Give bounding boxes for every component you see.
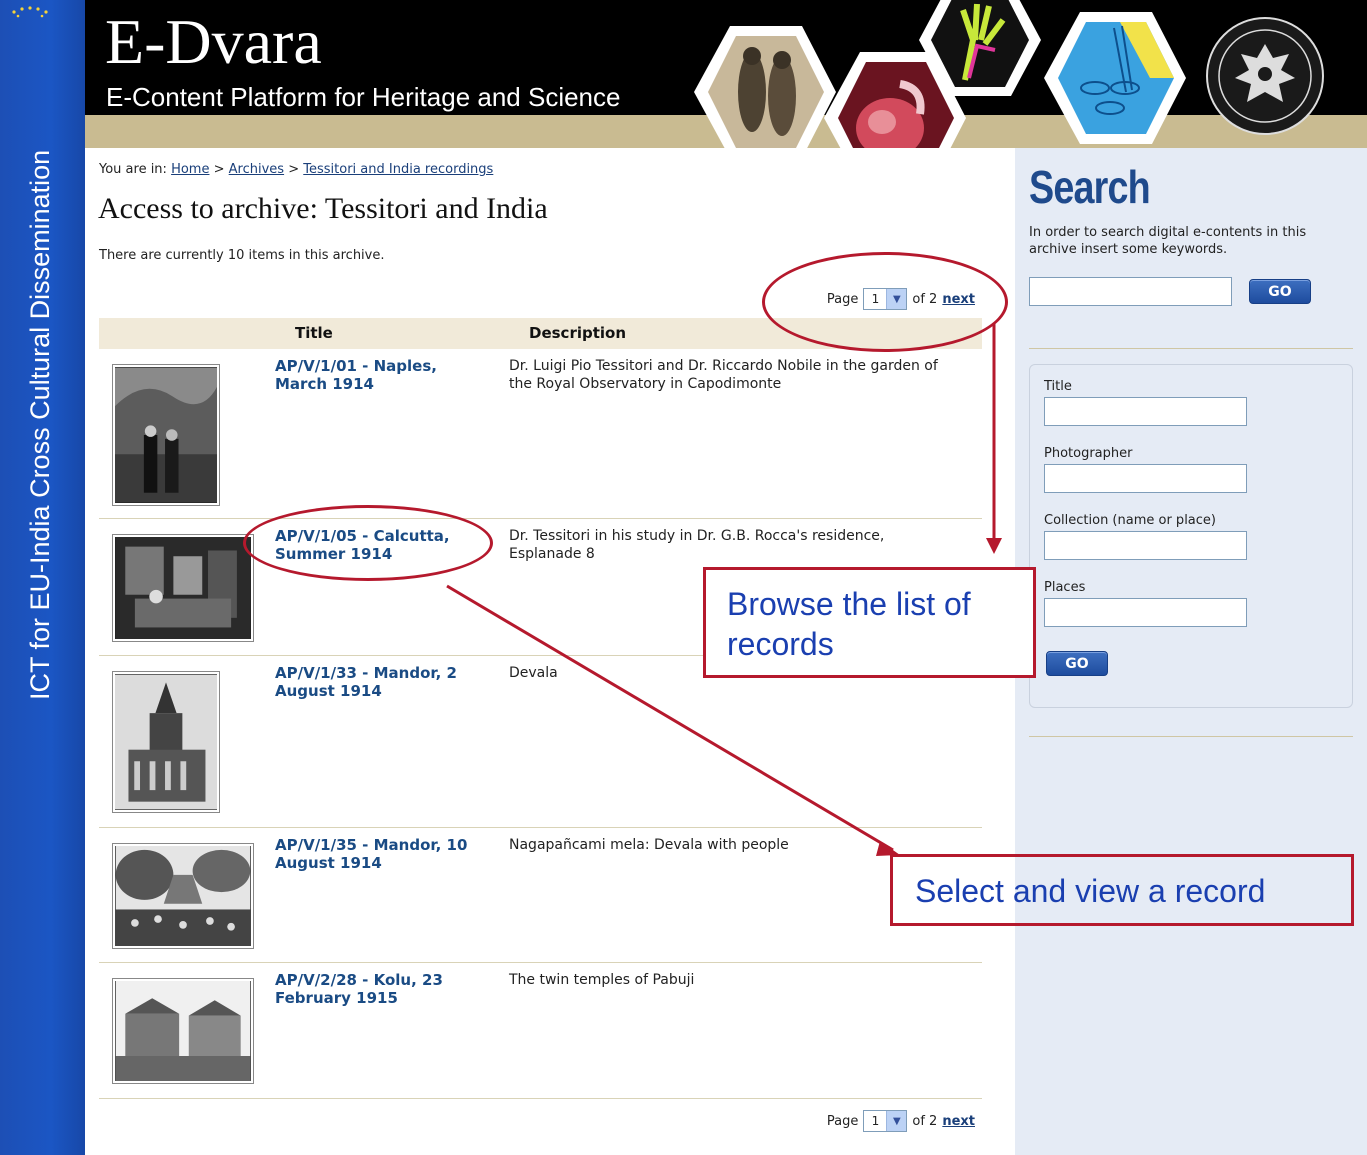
record-thumbnail[interactable]: [112, 364, 220, 506]
select-callout-text: Select and view a record: [915, 873, 1266, 909]
record-thumbnail[interactable]: [112, 843, 254, 949]
table-row: AP/V/1/01 - Naples, March 1914 Dr. Luigi…: [99, 349, 982, 519]
next-page-link[interactable]: next: [942, 1114, 975, 1129]
breadcrumb-separator: >: [288, 162, 300, 177]
record-thumbnail[interactable]: [112, 671, 220, 813]
places-field-label: Places: [1044, 580, 1086, 595]
advanced-search-box: Title Photographer Collection (name or p…: [1029, 364, 1353, 708]
pager-label: Page: [826, 1113, 859, 1129]
divider: [1029, 348, 1353, 349]
site-subtitle: E-Content Platform for Heritage and Scie…: [106, 82, 621, 112]
photographer-field[interactable]: [1044, 464, 1247, 493]
pager-total: of 2: [912, 1113, 938, 1129]
divider: [1029, 736, 1353, 737]
breadcrumb-collection-link[interactable]: Tessitori and India recordings: [303, 162, 493, 177]
search-go-button[interactable]: GO: [1249, 279, 1311, 304]
title-field-label: Title: [1044, 379, 1072, 394]
record-title-link[interactable]: AP/V/1/35 - Mandor, 10 August 1914: [275, 836, 490, 872]
table-row: AP/V/1/33 - Mandor, 2 August 1914 Devala: [99, 656, 982, 828]
record-highlight-ellipse: [243, 505, 493, 581]
side-banner-text: ICT for EU-India Cross Cultural Dissemin…: [25, 149, 55, 700]
breadcrumb-prefix: You are in:: [99, 162, 167, 177]
record-description: Nagapañcami mela: Devala with people: [509, 837, 789, 853]
breadcrumb-home-link[interactable]: Home: [171, 162, 209, 177]
site-title[interactable]: E-Dvara: [105, 4, 322, 80]
search-sidebar: Search In order to search digital e-cont…: [1015, 148, 1367, 1155]
breadcrumb-separator: >: [213, 162, 225, 177]
statues-hex-image: [694, 26, 836, 148]
collection-field-label: Collection (name or place): [1044, 513, 1216, 528]
photographer-field-label: Photographer: [1044, 446, 1133, 461]
chevron-down-icon[interactable]: ▼: [886, 1111, 907, 1131]
record-thumbnail[interactable]: [112, 978, 254, 1084]
advanced-search-go-button[interactable]: GO: [1046, 651, 1108, 676]
search-heading: Search: [1029, 161, 1151, 213]
column-header-title: Title: [295, 324, 333, 342]
search-help-text: In order to search digital e-contents in…: [1029, 225, 1307, 257]
breadcrumb-archives-link[interactable]: Archives: [229, 162, 284, 177]
collection-field[interactable]: [1044, 531, 1247, 560]
browse-callout: Browse the list of records: [703, 567, 1036, 678]
record-title-link[interactable]: AP/V/1/33 - Mandor, 2 August 1914: [275, 664, 490, 700]
browse-callout-text: Browse the list of records: [727, 586, 971, 662]
university-seal-icon: [1206, 17, 1324, 135]
pager-bottom: Page 1 ▼ of 2 next: [827, 1110, 975, 1132]
column-header-description: Description: [529, 324, 627, 342]
title-field[interactable]: [1044, 397, 1247, 426]
page-select[interactable]: 1 ▼: [863, 1110, 908, 1132]
breadcrumb: You are in: Home > Archives > Tessitori …: [99, 162, 493, 177]
item-count-text: There are currently 10 items in this arc…: [99, 248, 385, 263]
laboratory-hex-image: [1044, 12, 1186, 144]
record-title-link[interactable]: AP/V/2/28 - Kolu, 23 February 1915: [275, 971, 490, 1007]
record-description: Dr. Luigi Pio Tessitori and Dr. Riccardo…: [509, 358, 938, 392]
side-banner: ICT for EU-India Cross Cultural Dissemin…: [0, 0, 85, 1155]
record-description: The twin temples of Pabuji: [509, 972, 695, 988]
xray-hand-hex-image: [919, 0, 1041, 96]
record-title-link[interactable]: AP/V/1/01 - Naples, March 1914: [275, 357, 490, 393]
record-description: Dr. Tessitori in his study in Dr. G.B. R…: [509, 528, 885, 562]
pager-highlight-ellipse: [762, 252, 1008, 352]
table-row: AP/V/2/28 - Kolu, 23 February 1915 The t…: [99, 963, 982, 1099]
site-header: E-Dvara E-Content Platform for Heritage …: [85, 0, 1367, 148]
record-thumbnail[interactable]: [112, 534, 254, 642]
table-row: AP/V/1/35 - Mandor, 10 August 1914 Nagap…: [99, 828, 982, 963]
page-select-value: 1: [871, 1114, 880, 1128]
keyword-search-input[interactable]: [1029, 277, 1232, 306]
places-field[interactable]: [1044, 598, 1247, 627]
select-callout: Select and view a record: [890, 854, 1354, 926]
page-title: Access to archive: Tessitori and India: [98, 192, 548, 225]
